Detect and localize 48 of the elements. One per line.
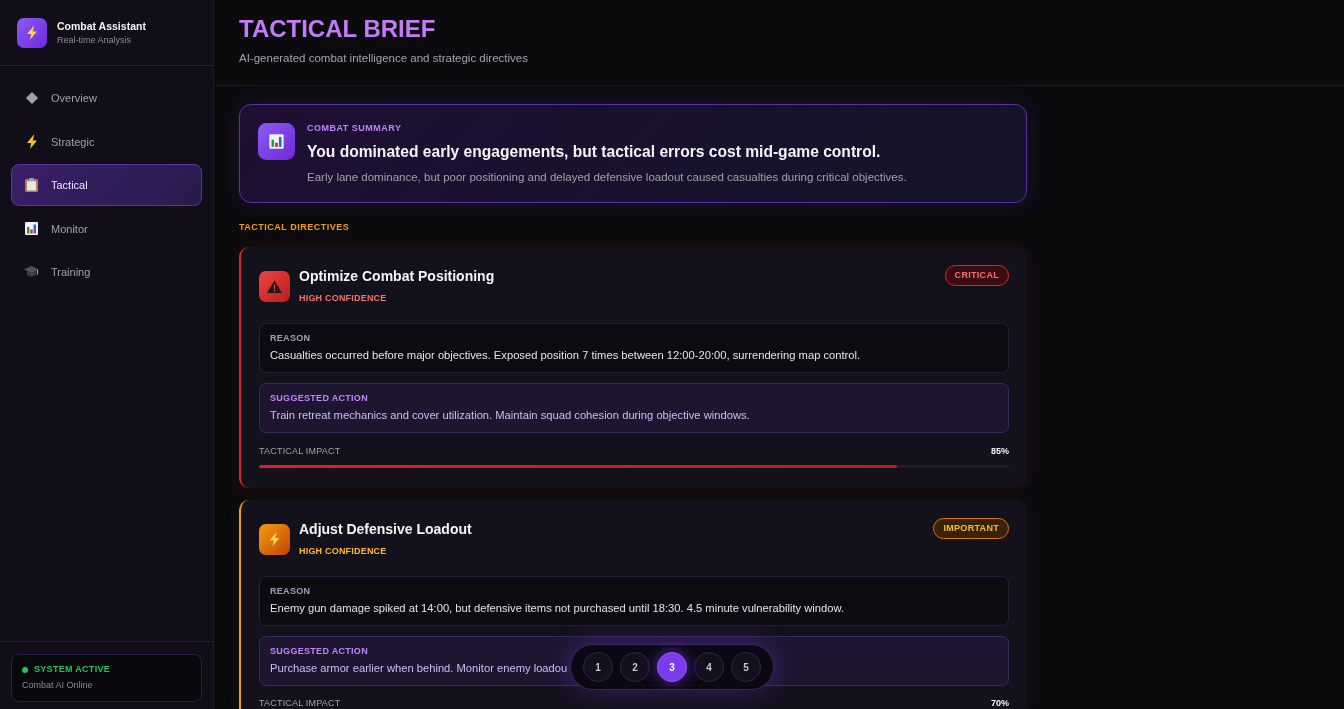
bar-chart-icon (258, 123, 295, 160)
impact-value: 70% (991, 698, 1009, 709)
lightning-icon (26, 134, 37, 149)
nav-item[interactable]: Tactical (11, 164, 202, 206)
lightning-icon (259, 523, 290, 555)
graduation-cap-icon (24, 266, 39, 278)
summary-headline: You dominated early engagements, but tactical errors cost mid-game control. (307, 142, 882, 162)
priority-badge: IMPORTANT (933, 517, 1009, 539)
suggested-action-text: Purchase armor earlier when behind. Monitor enemy loadou (270, 660, 568, 675)
status-label: SYSTEM ACTIVE (34, 664, 111, 675)
suggested-action-label: SUGGESTED ACTION (270, 393, 369, 404)
nav-item[interactable]: Overview (11, 77, 202, 119)
page-button[interactable]: 5 (731, 652, 761, 682)
lightning-icon (17, 17, 47, 48)
impact-label: TACTICAL IMPACT (259, 445, 341, 457)
summary-description: Early lane dominance, but poor positioning and delayed defensive loadout caused casualties during critical objectives. (307, 170, 907, 184)
reason-text: Enemy gun damage spiked at 14:00, but defensive items not purchased until 18:30. 4.5 minute vulnerability window. (270, 600, 846, 615)
clipboard-icon (25, 178, 38, 192)
directive-title: Optimize Combat Positioning (299, 268, 495, 284)
page-button[interactable]: 2 (620, 652, 650, 682)
reason-label: REASON (270, 333, 312, 344)
suggested-action-label: SUGGESTED ACTION (270, 645, 369, 657)
page-button[interactable]: 4 (694, 652, 724, 682)
status-dot-icon (22, 666, 28, 673)
page-button[interactable]: 3 (657, 652, 687, 682)
nav-item[interactable]: Strategic (11, 120, 202, 163)
bar-chart-icon (25, 222, 38, 235)
page-button[interactable]: 1 (583, 652, 613, 682)
status-detail: Combat AI Online (22, 679, 94, 692)
nav-item[interactable]: Monitor (11, 207, 202, 250)
suggested-action-text: Train retreat mechanics and cover utilization. Maintain squad cohesion during objective windows. (270, 408, 750, 422)
section-heading: TACTICAL DIRECTIVES (239, 221, 351, 233)
page-subtitle: AI-generated combat intelligence and strategic directives (239, 51, 529, 65)
page-title: TACTICAL BRIEF (239, 14, 437, 44)
reason-label: REASON (270, 585, 312, 597)
confidence-label: HIGH CONFIDENCE (299, 293, 387, 304)
diamond-icon (25, 92, 38, 104)
app-title: Combat Assistant (57, 19, 146, 33)
confidence-label: HIGH CONFIDENCE (299, 545, 387, 557)
app-subtitle: Real-time Analysis (57, 34, 133, 46)
impact-label: TACTICAL IMPACT (259, 698, 341, 709)
impact-value: 85% (991, 445, 1009, 457)
warning-icon (259, 271, 290, 302)
summary-label: COMBAT SUMMARY (307, 123, 403, 134)
priority-badge: CRITICAL (944, 265, 1009, 286)
reason-text: Casualties occurred before major objectives. Exposed position 7 times between 12:00-20:00, surrendering map control. (270, 348, 862, 362)
directive-title: Adjust Defensive Loadout (299, 520, 472, 537)
nav-item[interactable]: Training (11, 251, 202, 293)
